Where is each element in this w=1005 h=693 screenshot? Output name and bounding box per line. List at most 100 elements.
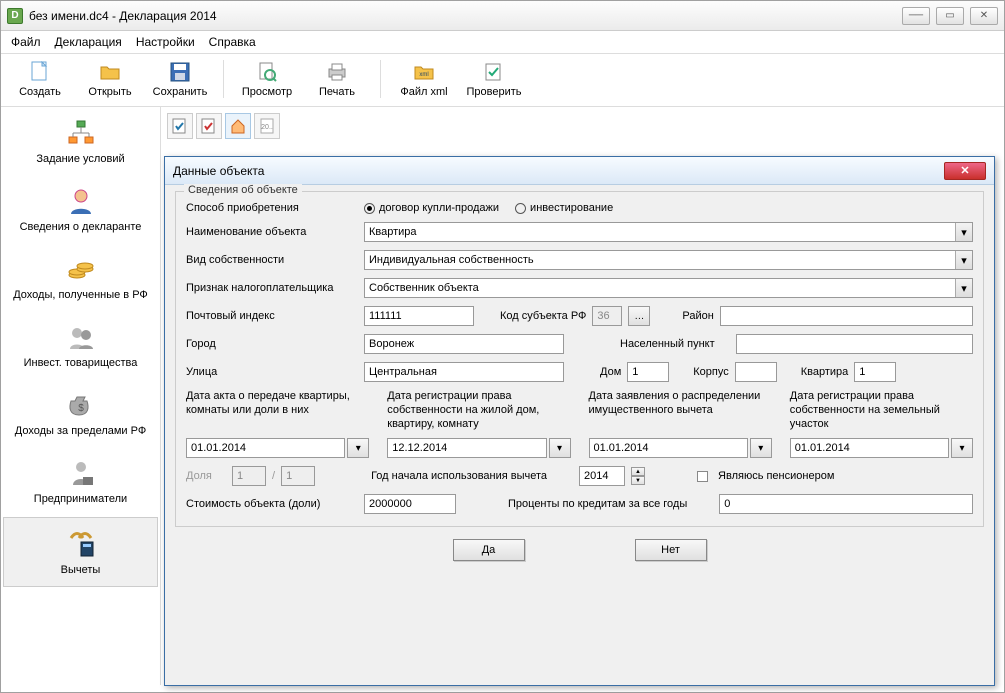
app-icon: D [7,8,23,24]
interest-input[interactable] [719,494,973,514]
dialog-close-button[interactable]: ✕ [944,162,986,180]
sidebar-item-conditions[interactable]: Задание условий [1,107,160,175]
locality-input[interactable] [736,334,973,354]
sidebar-item-invest[interactable]: Инвест. товарищества [1,311,160,379]
preview-button[interactable]: Просмотр [234,58,300,100]
sidebar-item-business[interactable]: Предприниматели [1,447,160,515]
cost-label: Стоимость объекта (доли) [186,498,358,510]
date-act-label: Дата акта о передаче квартиры, комнаты и… [186,390,369,432]
preview-icon [255,60,279,84]
mini-btn-4[interactable]: 20.. [254,113,280,139]
region-code-input [592,306,622,326]
person-icon [65,185,97,217]
apt-label: Квартира [801,366,849,378]
name-label: Наименование объекта [186,226,358,238]
window-title: без имени.dc4 - Декларация 2014 [29,9,217,23]
radio-purchase[interactable]: договор купли-продажи [364,202,499,214]
check-icon [482,60,506,84]
district-label: Район [682,310,713,322]
year-label: Год начала использования вычета [371,470,547,482]
house-label: Дом [600,366,621,378]
mini-btn-1[interactable] [167,113,193,139]
street-label: Улица [186,366,358,378]
date-act-input[interactable] [186,438,345,458]
new-file-icon [28,60,52,84]
date-land-label: Дата регистрации права собственности на … [790,390,973,432]
chevron-down-icon: ▾ [955,279,972,297]
year-spinner[interactable]: ▲▼ [631,467,645,485]
date-claim-label: Дата заявления о распределении имуществе… [589,390,772,432]
sidebar-item-declarant[interactable]: Сведения о декларанте [1,175,160,243]
date-picker-button[interactable]: ▾ [951,438,973,458]
coins-icon [65,253,97,285]
people-icon [65,321,97,353]
open-button[interactable]: Открыть [77,58,143,100]
region-lookup-button[interactable]: … [628,306,650,326]
taxpayer-label: Признак налогоплательщика [186,282,358,294]
dialog-titlebar: Данные объекта ✕ [165,157,994,185]
postal-label: Почтовый индекс [186,310,358,322]
date-reg-label: Дата регистрации права собственности на … [387,390,570,432]
name-combo[interactable]: Квартира▾ [364,222,973,242]
date-picker-button[interactable]: ▾ [750,438,772,458]
city-input[interactable] [364,334,564,354]
pensioner-label: Являюсь пенсионером [718,470,834,482]
save-icon [168,60,192,84]
print-button[interactable]: Печать [304,58,370,100]
close-button[interactable]: ✕ [970,7,998,25]
date-picker-button[interactable]: ▾ [347,438,369,458]
svg-text:20..: 20.. [261,124,273,131]
ok-button[interactable]: Да [453,539,525,561]
sidebar-item-abroad[interactable]: $ Доходы за пределами РФ [1,379,160,447]
cost-input[interactable] [364,494,456,514]
date-land-input[interactable] [790,438,949,458]
apt-input[interactable] [854,362,896,382]
chevron-down-icon: ▾ [955,251,972,269]
city-label: Город [186,338,358,350]
street-input[interactable] [364,362,564,382]
maximize-button[interactable]: ▭ [936,7,964,25]
block-label: Корпус [693,366,728,378]
date-claim-input[interactable] [589,438,748,458]
date-picker-button[interactable]: ▾ [549,438,571,458]
create-button[interactable]: Создать [7,58,73,100]
ownership-combo[interactable]: Индивидуальная собственность▾ [364,250,973,270]
menu-settings[interactable]: Настройки [136,35,195,49]
locality-label: Населенный пункт [620,338,730,350]
interest-label: Проценты по кредитам за все годы [508,498,687,510]
check-button[interactable]: Проверить [461,58,527,100]
save-button[interactable]: Сохранить [147,58,213,100]
sidebar-item-deductions[interactable]: Вычеты [3,517,158,587]
minimize-button[interactable]: ── [902,7,930,25]
sidebar: Задание условий Сведения о декларанте До… [1,107,161,685]
menu-file[interactable]: Файл [11,35,41,49]
chevron-down-icon: ▾ [955,223,972,241]
house-input[interactable] [627,362,669,382]
menu-declaration[interactable]: Декларация [55,35,122,49]
year-input[interactable] [579,466,625,486]
xml-button[interactable]: xml Файл xml [391,58,457,100]
radio-invest[interactable]: инвестирование [515,202,613,214]
share-label: Доля [186,470,226,482]
sidebar-item-income[interactable]: Доходы, полученные в РФ [1,243,160,311]
money-bag-icon: $ [65,389,97,421]
postal-input[interactable] [364,306,474,326]
menubar: Файл Декларация Настройки Справка [1,31,1004,54]
mini-btn-3[interactable] [225,113,251,139]
dialog: Данные объекта ✕ Сведения об объекте Спо… [164,156,995,686]
block-input[interactable] [735,362,777,382]
cancel-button[interactable]: Нет [635,539,707,561]
print-icon [325,60,349,84]
tree-icon [65,117,97,149]
taxpayer-combo[interactable]: Собственник объекта▾ [364,278,973,298]
pensioner-checkbox[interactable] [697,471,708,482]
menu-help[interactable]: Справка [209,35,256,49]
mini-btn-2[interactable] [196,113,222,139]
district-input[interactable] [720,306,973,326]
acquisition-label: Способ приобретения [186,202,358,214]
date-reg-input[interactable] [387,438,546,458]
calculator-icon [65,528,97,560]
titlebar: D без имени.dc4 - Декларация 2014 ── ▭ ✕ [1,1,1004,31]
dialog-title: Данные объекта [173,164,264,178]
share-num-input [232,466,266,486]
